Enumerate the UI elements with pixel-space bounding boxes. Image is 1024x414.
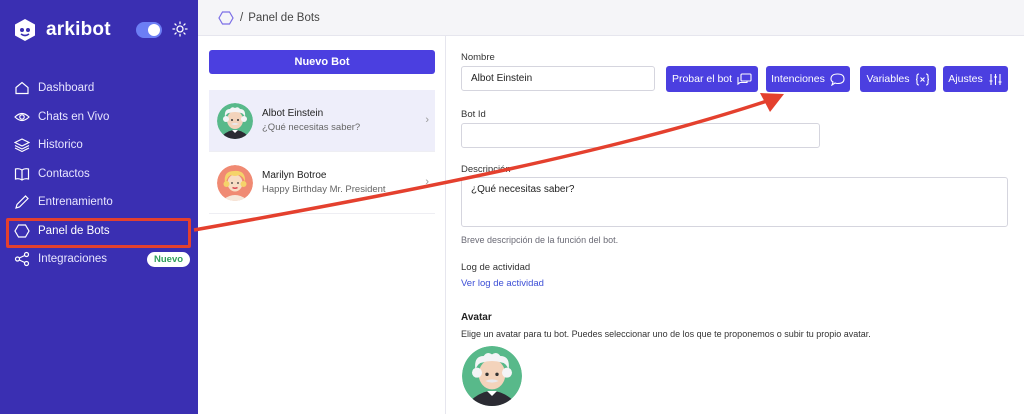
botid-label: Bot Id xyxy=(461,109,486,120)
sidebar-item-chats-en-vivo[interactable]: Chats en Vivo xyxy=(0,103,198,132)
nombre-input[interactable]: Albot Einstein xyxy=(461,66,655,91)
hexagon-icon xyxy=(218,10,234,25)
pencil-icon xyxy=(15,195,29,210)
intenciones-button[interactable]: Intenciones xyxy=(766,66,850,92)
brand[interactable]: arkibot xyxy=(14,18,111,42)
new-bot-button[interactable]: Nuevo Bot xyxy=(209,50,435,74)
sidebar-item-label: Dashboard xyxy=(38,82,95,95)
book-icon xyxy=(14,167,30,181)
descripcion-help-text: Breve descripción de la función del bot. xyxy=(461,235,619,245)
sidebar-item-panel-de-bots[interactable]: Panel de Bots xyxy=(0,217,198,248)
breadcrumb: / Panel de Bots xyxy=(198,0,1024,36)
variables-button[interactable]: Variables xyxy=(860,66,936,92)
eye-icon xyxy=(14,112,30,121)
chevron-right-icon: › xyxy=(425,114,429,126)
sliders-icon xyxy=(989,73,1002,85)
breadcrumb-separator: / xyxy=(240,11,244,24)
arkibot-logo-icon xyxy=(15,19,35,41)
variable-braces-icon xyxy=(915,72,929,86)
sidebar-item-contactos[interactable]: Contactos xyxy=(0,160,198,189)
bot-subtitle: ¿Qué necesitas saber? xyxy=(262,122,361,133)
button-label: Probar el bot xyxy=(671,73,733,85)
speech-bubble-icon xyxy=(830,72,845,86)
bot-name: Albot Einstein xyxy=(262,108,324,119)
bot-settings-form: Nombre Albot Einstein Probar el bot Inte… xyxy=(446,36,1024,414)
marilyn-avatar xyxy=(217,164,253,201)
nombre-label: Nombre xyxy=(461,52,495,63)
toggle-knob xyxy=(148,24,160,36)
sidebar-item-historico[interactable]: Historico xyxy=(0,131,198,160)
sidebar-item-entrenamiento[interactable]: Entrenamiento xyxy=(0,188,198,217)
ajustes-button[interactable]: Ajustes xyxy=(943,66,1008,92)
sidebar: arkibot Dashboard Chats en Vivo Historic… xyxy=(0,0,198,414)
annotation-highlight-box xyxy=(6,217,191,248)
log-label: Log de actividad xyxy=(461,262,531,273)
sidebar-item-label: Historico xyxy=(38,139,83,152)
bot-list-item[interactable]: Marilyn Botroe Happy Birthday Mr. Presid… xyxy=(209,152,435,214)
chat-window-icon xyxy=(737,72,752,85)
sun-icon[interactable] xyxy=(172,21,188,37)
button-label: Ajustes xyxy=(948,73,983,85)
sidebar-item-label: Chats en Vivo xyxy=(38,110,110,123)
share-icon xyxy=(14,252,30,267)
probar-bot-button[interactable]: Probar el bot xyxy=(666,66,758,92)
layers-icon xyxy=(14,138,30,153)
bot-text: Marilyn Botroe Happy Birthday Mr. Presid… xyxy=(262,170,386,195)
descripcion-textarea[interactable]: ¿Qué necesitas saber? xyxy=(461,177,1008,227)
sidebar-item-label: Contactos xyxy=(38,167,90,180)
brand-name: arkibot xyxy=(46,19,111,40)
sidebar-item-label: Entrenamiento xyxy=(38,196,113,209)
botid-input[interactable] xyxy=(461,123,820,148)
sidebar-item-label: Integraciones xyxy=(38,253,108,266)
einstein-avatar xyxy=(217,102,253,139)
bot-list-item[interactable]: Albot Einstein ¿Qué necesitas saber? › xyxy=(209,90,435,152)
button-label: Variables xyxy=(866,73,910,85)
new-badge: Nuevo xyxy=(147,252,191,267)
descripcion-label: Descripción xyxy=(461,164,511,175)
chevron-right-icon: › xyxy=(425,176,429,188)
breadcrumb-current: Panel de Bots xyxy=(248,11,320,24)
einstein-avatar-large[interactable] xyxy=(462,346,522,406)
bot-list-panel: Nuevo Bot Albot Einstein ¿Qué necesitas … xyxy=(198,36,446,414)
home-icon xyxy=(15,81,29,95)
avatar-help-text: Elige un avatar para tu bot. Puedes sele… xyxy=(461,329,871,339)
avatar-title: Avatar xyxy=(461,312,492,323)
theme-toggle[interactable] xyxy=(136,22,162,38)
button-label: Intenciones xyxy=(771,73,825,85)
bot-text: Albot Einstein ¿Qué necesitas saber? xyxy=(262,108,360,133)
bot-subtitle: Happy Birthday Mr. President xyxy=(262,184,386,195)
ver-log-link[interactable]: Ver log de actividad xyxy=(461,278,544,289)
sidebar-nav: Dashboard Chats en Vivo Historico Contac… xyxy=(0,74,198,274)
bot-name: Marilyn Botroe xyxy=(262,170,327,181)
sidebar-item-dashboard[interactable]: Dashboard xyxy=(0,74,198,103)
sidebar-item-integraciones[interactable]: Integraciones Nuevo xyxy=(0,245,198,274)
